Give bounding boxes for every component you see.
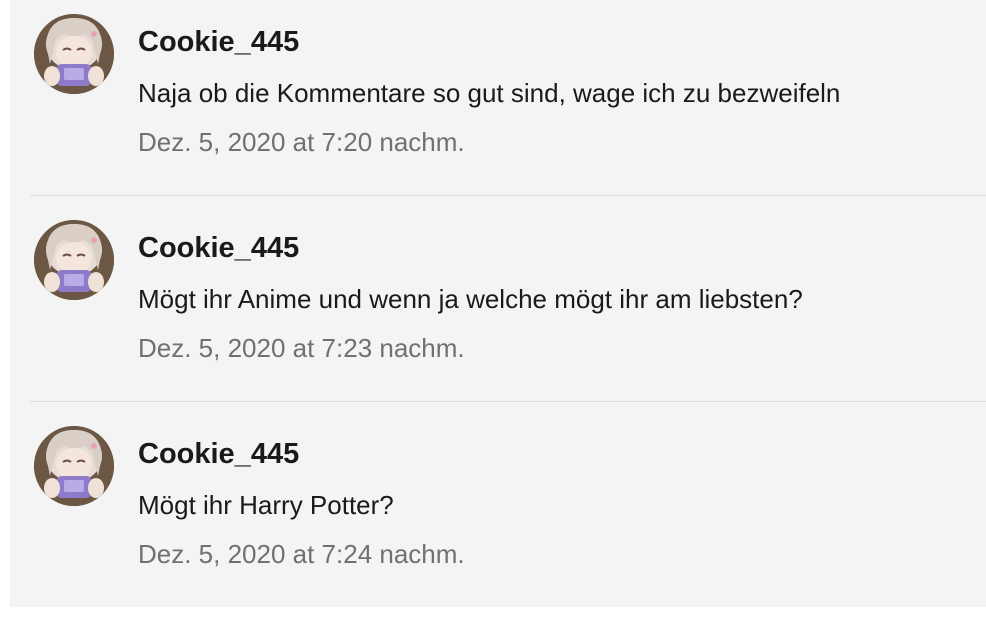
divider <box>30 401 986 402</box>
comment-text: Naja ob die Kommentare so gut sind, wage… <box>138 78 841 108</box>
username[interactable]: Cookie_445 <box>138 232 299 265</box>
comment-text: Mögt ihr Anime und wenn ja welche mögt i… <box>138 284 803 314</box>
username[interactable]: Cookie_445 <box>138 438 299 471</box>
avatar[interactable] <box>34 220 114 300</box>
comment-item: Cookie_445 Naja ob die Kommentare so gut… <box>10 0 986 206</box>
anime-avatar-icon <box>34 220 114 300</box>
comment-timestamp[interactable]: Dez. 5, 2020 at 7:20 nachm. <box>138 127 465 158</box>
comment-list: Cookie_445 Naja ob die Kommentare so gut… <box>10 0 986 607</box>
avatar[interactable] <box>34 426 114 506</box>
comment-timestamp[interactable]: Dez. 5, 2020 at 7:23 nachm. <box>138 333 465 364</box>
comment-timestamp[interactable]: Dez. 5, 2020 at 7:24 nachm. <box>138 539 465 570</box>
anime-avatar-icon <box>34 426 114 506</box>
avatar[interactable] <box>34 14 114 94</box>
anime-avatar-icon <box>34 14 114 94</box>
username[interactable]: Cookie_445 <box>138 26 299 59</box>
comment-item: Cookie_445 Mögt ihr Anime und wenn ja we… <box>10 206 986 412</box>
divider <box>30 195 986 196</box>
comment-item: Cookie_445 Mögt ihr Harry Potter? Dez. 5… <box>10 412 986 618</box>
comment-text: Mögt ihr Harry Potter? <box>138 490 394 520</box>
